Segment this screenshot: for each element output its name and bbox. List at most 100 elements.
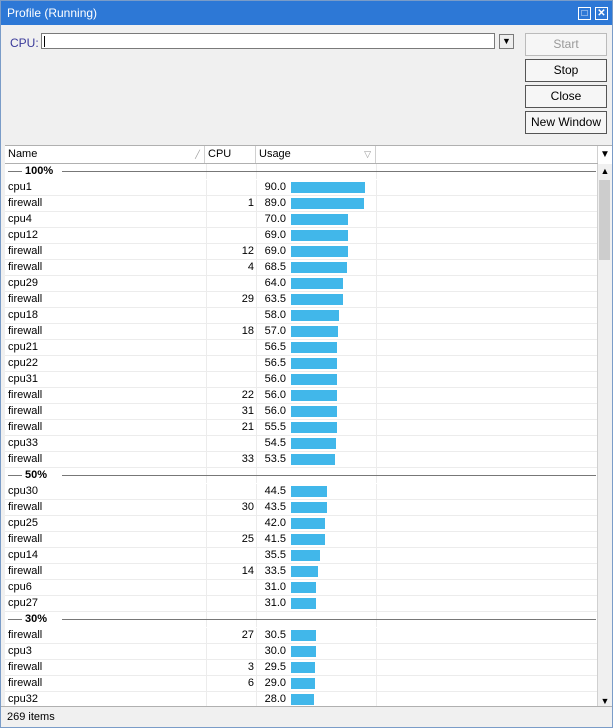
chevron-down-icon[interactable]: ▼: [597, 146, 612, 163]
row-cpu: 12: [241, 245, 254, 257]
column-header-usage[interactable]: Usage ▽: [256, 146, 376, 163]
table-row[interactable]: firewall 6 29.0: [5, 676, 598, 692]
vertical-scrollbar[interactable]: ▲ ▼: [597, 164, 612, 708]
table-row[interactable]: firewall 33 53.5: [5, 452, 598, 468]
row-cpu: [207, 276, 254, 291]
row-cpu: [207, 692, 254, 707]
column-header-cpu[interactable]: CPU: [205, 146, 256, 163]
usage-bar: [291, 182, 365, 193]
row-cpu: 21: [241, 421, 254, 433]
table-row[interactable]: cpu21 56.5: [5, 340, 598, 356]
row-usage: 90.0: [264, 181, 286, 193]
table-row[interactable]: firewall 1 89.0: [5, 196, 598, 212]
row-usage: 54.5: [264, 437, 286, 449]
table-row[interactable]: cpu22 56.5: [5, 356, 598, 372]
table-row[interactable]: cpu4 70.0: [5, 212, 598, 228]
row-usage: 70.0: [264, 213, 286, 225]
row-name: cpu30: [8, 485, 38, 497]
table-row[interactable]: cpu27 31.0: [5, 596, 598, 612]
usage-bar: [291, 550, 320, 561]
row-usage: 31.0: [264, 597, 286, 609]
table-row[interactable]: firewall 25 41.5: [5, 532, 598, 548]
usage-bar: [291, 374, 337, 385]
group-label: 30%: [25, 613, 48, 625]
table-row[interactable]: cpu30 44.5: [5, 484, 598, 500]
row-cpu: [207, 596, 254, 611]
cpu-input[interactable]: [41, 33, 495, 49]
row-usage: 56.0: [264, 405, 286, 417]
new-window-button[interactable]: New Window: [525, 111, 607, 134]
close-button[interactable]: Close: [525, 85, 607, 108]
table-row[interactable]: cpu6 31.0: [5, 580, 598, 596]
row-name: firewall: [8, 501, 43, 513]
usage-bar: [291, 486, 327, 497]
row-usage: 64.0: [264, 277, 286, 289]
cpu-dropdown-icon[interactable]: ▼: [499, 34, 514, 49]
table-row[interactable]: firewall 22 56.0: [5, 388, 598, 404]
row-cpu: [207, 308, 254, 323]
group-line: [8, 171, 22, 172]
row-usage: 56.5: [264, 341, 286, 353]
table-row[interactable]: cpu31 56.0: [5, 372, 598, 388]
row-name: cpu4: [8, 213, 32, 225]
usage-bar: [291, 310, 339, 321]
table-row[interactable]: firewall 18 57.0: [5, 324, 598, 340]
start-button[interactable]: Start: [525, 33, 607, 56]
row-name: firewall: [8, 261, 43, 273]
row-name: cpu21: [8, 341, 38, 353]
table-row[interactable]: firewall 3 29.5: [5, 660, 598, 676]
table-row[interactable]: cpu12 69.0: [5, 228, 598, 244]
stop-button[interactable]: Stop: [525, 59, 607, 82]
group-line: [8, 475, 22, 476]
table-row[interactable]: cpu33 54.5: [5, 436, 598, 452]
row-name: firewall: [8, 197, 43, 209]
row-cpu: [207, 372, 254, 387]
row-name: cpu18: [8, 309, 38, 321]
table-row[interactable]: firewall 12 69.0: [5, 244, 598, 260]
title-bar: Profile (Running) □ ✕: [1, 1, 612, 25]
row-cpu: [207, 356, 254, 371]
row-cpu: [207, 548, 254, 563]
window-title: Profile (Running): [7, 6, 98, 20]
table-row[interactable]: firewall 30 43.5: [5, 500, 598, 516]
table-row[interactable]: cpu25 42.0: [5, 516, 598, 532]
table-row[interactable]: firewall 21 55.5: [5, 420, 598, 436]
scrollbar-thumb[interactable]: [599, 180, 610, 260]
table-row[interactable]: firewall 4 68.5: [5, 260, 598, 276]
row-name: cpu14: [8, 549, 38, 561]
table-row[interactable]: firewall 31 56.0: [5, 404, 598, 420]
close-icon[interactable]: ✕: [595, 6, 608, 20]
group-header[interactable]: 50%: [5, 468, 598, 484]
row-usage: 89.0: [264, 197, 286, 209]
row-usage: 29.5: [264, 661, 286, 673]
group-header[interactable]: 100%: [5, 164, 598, 180]
column-usage-label: Usage: [259, 148, 291, 160]
profile-window: Profile (Running) □ ✕ CPU: ▼ Start Stop …: [0, 0, 613, 728]
table-header: Name ╱ CPU Usage ▽: [5, 146, 598, 164]
group-label: 50%: [25, 469, 48, 481]
row-name: cpu12: [8, 229, 38, 241]
scroll-up-icon[interactable]: ▲: [598, 164, 612, 178]
group-header[interactable]: 30%: [5, 612, 598, 628]
usage-bar: [291, 438, 336, 449]
row-usage: 58.0: [264, 309, 286, 321]
row-usage: 28.0: [264, 693, 286, 705]
table-row[interactable]: cpu3 30.0: [5, 644, 598, 660]
row-cpu: 14: [241, 565, 254, 577]
table-row[interactable]: firewall 27 30.5: [5, 628, 598, 644]
table-row[interactable]: firewall 29 63.5: [5, 292, 598, 308]
table-row[interactable]: firewall 14 33.5: [5, 564, 598, 580]
table-row[interactable]: cpu1 90.0: [5, 180, 598, 196]
row-cpu: 33: [241, 453, 254, 465]
row-name: firewall: [8, 453, 43, 465]
usage-bar: [291, 534, 325, 545]
row-cpu: [207, 484, 254, 499]
table-row[interactable]: cpu14 35.5: [5, 548, 598, 564]
column-header-name[interactable]: Name ╱: [5, 146, 205, 163]
usage-bar: [291, 214, 348, 225]
table-row[interactable]: cpu29 64.0: [5, 276, 598, 292]
row-cpu: 4: [247, 261, 254, 273]
maximize-icon[interactable]: □: [578, 6, 591, 20]
usage-bar: [291, 678, 315, 689]
table-row[interactable]: cpu18 58.0: [5, 308, 598, 324]
